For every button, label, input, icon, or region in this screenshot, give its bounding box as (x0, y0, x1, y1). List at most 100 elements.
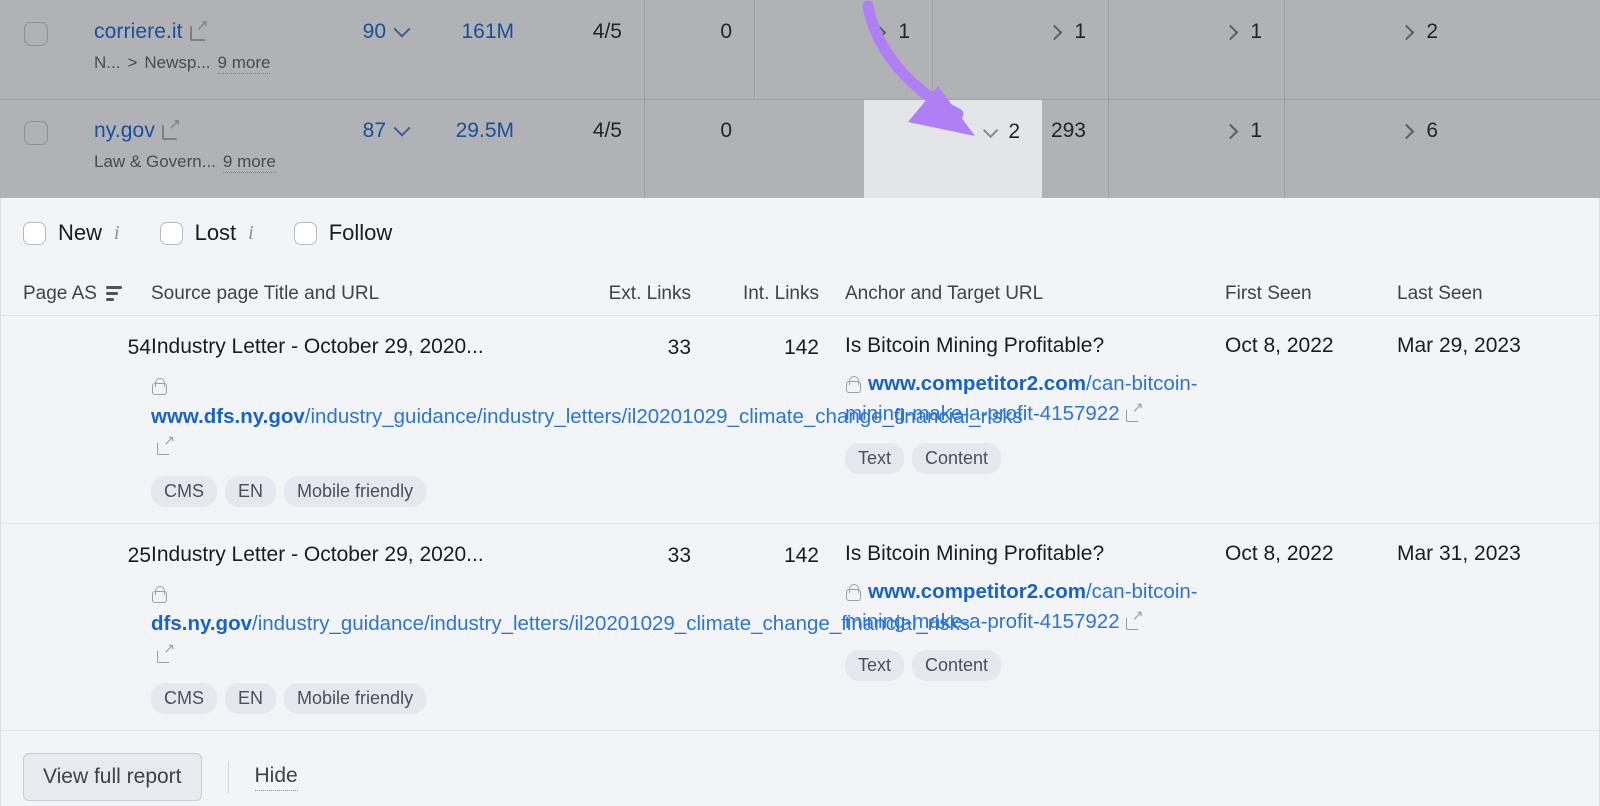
tag: EN (225, 475, 277, 507)
column-header-first-seen[interactable]: First Seen (1225, 283, 1397, 305)
filter-new-label: New (58, 220, 103, 245)
cell-last-seen: Mar 31, 2023 (1397, 541, 1521, 565)
backdrop-table: corriere.it N... > Newsp... 9 more 90 16… (0, 0, 1600, 198)
info-icon[interactable]: i (248, 222, 254, 245)
expand-cell-4[interactable]: 6 (1284, 99, 1460, 198)
filter-new-checkbox[interactable] (23, 221, 46, 245)
source-page-url[interactable]: dfs.ny.gov/industry_guidance/industry_le… (151, 579, 970, 670)
source-url-domain[interactable]: dfs.ny.gov (151, 612, 252, 635)
target-url[interactable]: www.competitor2.com/can-bitcoin-mining-m… (845, 577, 1225, 638)
category-more-link[interactable]: 9 more (217, 53, 271, 74)
column-header-ext-links[interactable]: Ext. Links (571, 283, 691, 305)
chevron-right-icon[interactable] (1399, 123, 1415, 139)
zero-value: 0 (720, 20, 732, 43)
tag: Mobile friendly (284, 683, 427, 715)
column-header-last-seen[interactable]: Last Seen (1397, 283, 1577, 305)
traffic-cell: 29.5M (414, 99, 524, 198)
sort-icon[interactable] (105, 286, 122, 301)
target-url-domain[interactable]: www.competitor2.com (868, 372, 1086, 395)
source-page-title: Industry Letter - October 29, 2020... (151, 335, 484, 358)
traffic-value[interactable]: 161M (461, 20, 514, 44)
cell-anchor: Is Bitcoin Mining Profitable? www.compet… (819, 334, 1225, 507)
lock-icon (151, 585, 167, 603)
expand-value-4: 2 (1426, 20, 1438, 43)
expand-cell-3[interactable]: 1 (1108, 99, 1284, 198)
category-prefix: N... (94, 53, 121, 72)
chevron-right-icon[interactable] (1223, 24, 1239, 40)
expand-cell-4[interactable]: 2 (1284, 0, 1460, 99)
cell-int-links: 142 (783, 336, 819, 359)
table-row[interactable]: ny.gov Law & Govern... 9 more 87 29.5M 4… (0, 99, 1600, 198)
domain-cell: ny.gov Law & Govern... 9 more (72, 99, 322, 198)
domain-link[interactable]: ny.gov (94, 119, 155, 143)
zero-cell: 0 (644, 0, 754, 99)
traffic-value[interactable]: 29.5M (456, 119, 514, 143)
tag: Text (845, 442, 905, 474)
authority-score-value[interactable]: 90 (363, 20, 386, 44)
target-url-domain[interactable]: www.competitor2.com (868, 580, 1086, 603)
cell-anchor: Is Bitcoin Mining Profitable? www.compet… (819, 542, 1225, 715)
view-full-report-button[interactable]: View full report (23, 753, 202, 802)
column-header-anchor[interactable]: Anchor and Target URL (819, 283, 1225, 305)
row-checkbox-cell[interactable] (0, 0, 72, 99)
anchor-tags: Text Content (845, 650, 1225, 682)
column-header-page-as[interactable]: Page AS (23, 283, 151, 305)
domain-category: Law & Govern... 9 more (94, 152, 322, 173)
expanded-backlinks-cell[interactable]: 2 (864, 100, 1042, 198)
zero-cell: 0 (644, 99, 754, 198)
cell-first-seen: Oct 8, 2022 (1225, 334, 1334, 357)
cell-source: Industry Letter - October 29, 2020... df… (151, 542, 970, 715)
filter-lost-checkbox[interactable] (159, 221, 183, 245)
chevron-right-icon[interactable] (1399, 24, 1415, 40)
domain-link[interactable]: corriere.it (94, 20, 183, 44)
external-link-icon[interactable] (189, 18, 209, 41)
hide-link[interactable]: Hide (254, 764, 298, 791)
column-header-page-as-label: Page AS (23, 282, 97, 304)
external-link-icon[interactable] (157, 641, 175, 663)
category-more-link[interactable]: 9 more (222, 152, 276, 173)
authority-score-value[interactable]: 87 (363, 119, 386, 143)
category-separator: > (127, 53, 138, 72)
anchor-text: Is Bitcoin Mining Profitable? (845, 334, 1105, 357)
tag: Mobile friendly (284, 475, 427, 507)
anchor-tags: Text Content (845, 442, 1225, 474)
table-row[interactable]: corriere.it N... > Newsp... 9 more 90 16… (0, 0, 1600, 99)
target-url[interactable]: www.competitor2.com/can-bitcoin-mining-m… (845, 369, 1225, 430)
row-checkbox[interactable] (24, 121, 48, 145)
chevron-right-icon[interactable] (871, 24, 887, 40)
filter-new[interactable]: New i (23, 220, 120, 246)
info-icon[interactable]: i (114, 222, 120, 245)
footer-divider (227, 761, 229, 794)
expand-value-1: 1 (898, 20, 910, 43)
external-link-icon[interactable] (161, 117, 181, 140)
expand-cell-3[interactable]: 1 (1108, 0, 1284, 99)
chevron-down-icon[interactable] (393, 119, 411, 137)
cell-ext-links: 33 (667, 543, 691, 567)
column-header-source[interactable]: Source page Title and URL (151, 283, 571, 305)
external-link-icon[interactable] (1125, 608, 1144, 630)
row-checkbox[interactable] (24, 22, 48, 46)
chevron-down-icon[interactable] (983, 122, 999, 138)
chevron-down-icon[interactable] (393, 20, 411, 38)
column-header-int-links[interactable]: Int. Links (691, 283, 819, 305)
lock-icon (845, 583, 861, 601)
filter-lost[interactable]: Lost i (159, 220, 254, 246)
row-checkbox-cell[interactable] (0, 99, 72, 198)
ratio-cell: 4/5 (524, 0, 644, 99)
external-link-icon[interactable] (1125, 400, 1144, 423)
traffic-cell: 161M (414, 0, 524, 99)
chevron-right-icon[interactable] (1223, 123, 1239, 139)
filter-follow[interactable]: Follow (293, 220, 392, 246)
expand-cell-1[interactable]: 1 (754, 0, 932, 99)
external-link-icon[interactable] (157, 433, 175, 456)
ratio-cell: 4/5 (524, 99, 644, 198)
source-page-url[interactable]: www.dfs.ny.gov/industry_guidance/industr… (151, 371, 1023, 462)
cell-last-seen: Mar 29, 2023 (1397, 334, 1521, 357)
expand-value-1: 2 (1008, 120, 1020, 143)
filter-follow-checkbox[interactable] (293, 221, 317, 245)
source-url-domain[interactable]: www.dfs.ny.gov (151, 405, 305, 428)
authority-score-cell: 90 (322, 0, 414, 99)
cell-source: Industry Letter - October 29, 2020... ww… (151, 334, 1023, 507)
expand-cell-2[interactable]: 1 (932, 0, 1108, 99)
chevron-right-icon[interactable] (1047, 24, 1063, 40)
